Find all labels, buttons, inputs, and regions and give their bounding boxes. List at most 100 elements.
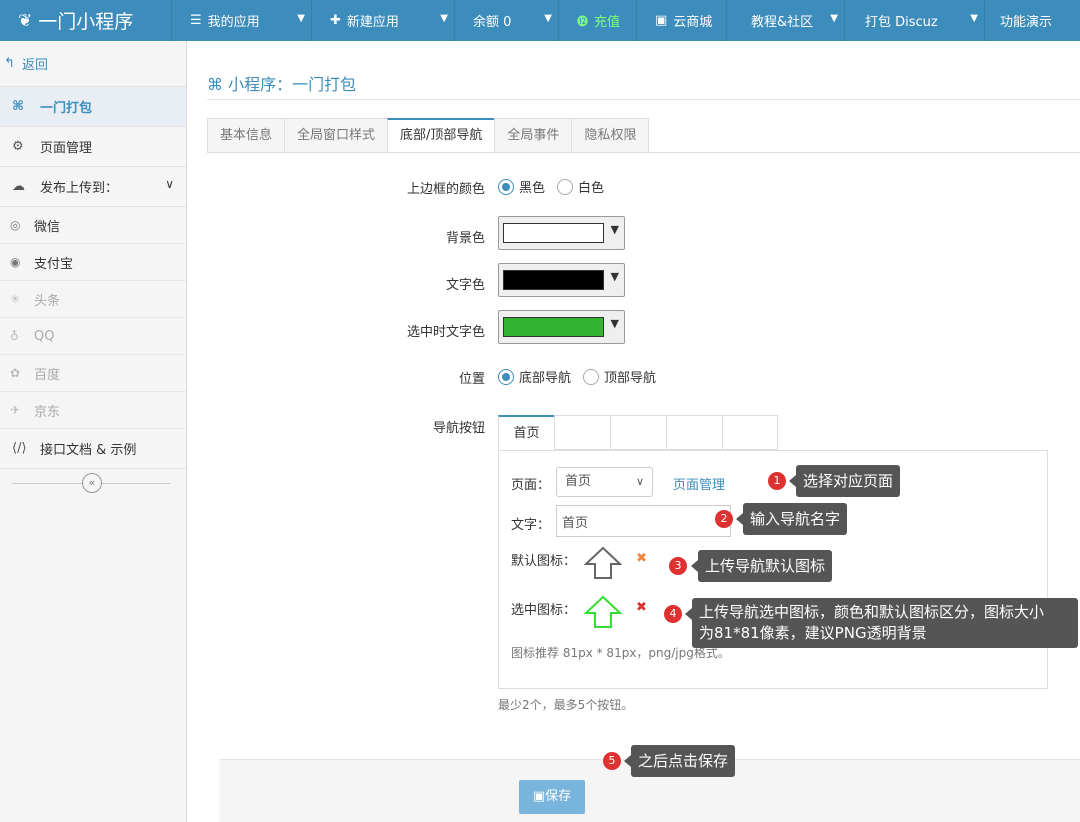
page-manage-link[interactable]: 页面管理 [673, 474, 725, 493]
save-icon: ▣ [655, 13, 668, 28]
brand-name: 一门小程序 [38, 11, 134, 33]
position-label: 位置 [458, 372, 485, 387]
nav-new-app[interactable]: ✚ 新建应用 ▼ [312, 0, 455, 41]
nav-button-tab-2[interactable] [554, 415, 610, 450]
nav-label: 打包 Discuz [865, 15, 938, 30]
text-color-picker[interactable]: ▼ [498, 263, 625, 297]
sidebar-item-publish[interactable]: ☁ 发布上传到： ∨ [0, 167, 186, 207]
platform-label: 头条 [34, 293, 61, 309]
sidebar-back[interactable]: ↰ 返回 [0, 41, 186, 87]
nav-my-apps[interactable]: ☰ 我的应用 ▼ [172, 0, 312, 41]
platform-label: 微信 [34, 219, 61, 235]
wechat-icon: ◎ [10, 218, 21, 232]
tab-privacy[interactable]: 隐私权限 [571, 118, 650, 153]
step-badge-3: 3 [669, 557, 687, 575]
back-arrow-icon: ↰ [4, 56, 15, 71]
main-content: ⌘ 小程序：一门打包 基本信息 全局窗口样式 底部/顶部导航 全局事件 隐私权限… [187, 41, 1080, 822]
triangle-down-icon: ▼ [610, 317, 619, 330]
nav-label: 充值 [594, 15, 621, 30]
code-file-icon: ⟨/⟩ [12, 441, 27, 456]
tab-global-events[interactable]: 全局事件 [494, 118, 572, 153]
plus-icon: ✚ [330, 13, 341, 28]
remove-default-icon[interactable]: ✖ [636, 551, 647, 566]
sidebar-back-label: 返回 [22, 58, 49, 73]
sidebar-item-pages[interactable]: ⚙ 页面管理 [0, 127, 186, 167]
sidebar-platform-wechat[interactable]: ◎ 微信 [0, 207, 186, 244]
save-button[interactable]: ▣保存 [519, 780, 585, 814]
radio-black[interactable]: 黑色 [498, 177, 545, 196]
border-color-label: 上边框的颜色 [406, 182, 485, 197]
platform-label: QQ [34, 328, 55, 344]
step-badge-1: 1 [768, 472, 786, 490]
default-home-arrow-icon[interactable] [584, 546, 622, 580]
border-color-radios: 黑色 白色 [498, 177, 616, 196]
tab-basic-info[interactable]: 基本信息 [207, 118, 285, 153]
tip-line-1: 上传导航选中图标，颜色和默认图标区分，图标大小 [699, 603, 1045, 621]
remove-selected-icon[interactable]: ✖ [636, 600, 647, 615]
page-title: ⌘ 小程序：一门打包 [207, 71, 356, 95]
bg-color-picker[interactable]: ▼ [498, 216, 625, 250]
nav-button-tab-1[interactable]: 首页 [498, 415, 554, 450]
caret-down-icon: ▼ [970, 13, 978, 24]
brand-logo[interactable]: ❦ 一门小程序 [0, 0, 172, 41]
sidebar: ↰ 返回 ⌘ 一门打包 ⚙ 页面管理 ☁ 发布上传到： ∨ ◎ 微信 ◉ 支付宝… [0, 41, 187, 822]
radio-white[interactable]: 白色 [557, 177, 604, 196]
sidebar-item-docs[interactable]: ⟨/⟩ 接口文档 & 示例 [0, 429, 186, 469]
position-radios: 底部导航 顶部导航 [498, 367, 668, 386]
radio-top-nav[interactable]: 顶部导航 [583, 367, 656, 386]
divider [207, 152, 1080, 153]
sidebar-item-label: 一门打包 [40, 101, 93, 116]
nav-button-tab-5[interactable] [722, 415, 778, 450]
selected-color-picker[interactable]: ▼ [498, 310, 625, 344]
sidebar-platform-baidu[interactable]: ✿ 百度 [0, 355, 186, 392]
nav-discuz[interactable]: 打包 Discuz ▼ [845, 0, 985, 41]
sidebar-item-pack[interactable]: ⌘ 一门打包 [0, 87, 186, 127]
nav-recharge[interactable]: ⓬ 充值 [559, 0, 637, 41]
radio-dot [498, 368, 514, 385]
sidebar-item-label: 接口文档 & 示例 [40, 443, 137, 458]
color-swatch [503, 317, 604, 337]
nav-label: 余额 0 [473, 15, 512, 30]
collapse-double-left-icon[interactable]: « [82, 473, 102, 493]
chevron-down-icon: ∨ [635, 475, 644, 488]
nav-button-tab-3[interactable] [610, 415, 666, 450]
nav-balance[interactable]: 余额 0 ▼ [455, 0, 559, 41]
page-field-label: 页面： [511, 478, 551, 493]
sidebar-platform-alipay[interactable]: ◉ 支付宝 [0, 244, 186, 281]
sidebar-platform-jd[interactable]: ✈ 京东 [0, 392, 186, 429]
selected-home-arrow-icon[interactable] [584, 595, 622, 629]
sidebar-platform-qq[interactable]: ♁ QQ [0, 318, 186, 355]
tip-upload-default: 上传导航默认图标 [690, 550, 833, 582]
caret-down-icon: ▼ [440, 13, 448, 24]
page-select-value: 首页 [565, 474, 592, 489]
toutiao-icon: ✳ [10, 292, 21, 306]
tab-navigation[interactable]: 底部/顶部导航 [387, 118, 495, 153]
cloud-upload-icon: ☁ [12, 179, 25, 194]
chevron-down-icon: ∨ [165, 177, 174, 191]
page-select[interactable]: 首页 ∨ [556, 467, 653, 497]
caret-down-icon: ▼ [297, 13, 305, 24]
top-navbar: ❦ 一门小程序 ☰ 我的应用 ▼ ✚ 新建应用 ▼ 余额 0 ▼ ⓬ 充值 ▣ … [0, 0, 1080, 41]
nav-button-tabs: 首页 [498, 415, 778, 450]
list-icon: ☰ [190, 13, 202, 28]
platform-label: 支付宝 [34, 256, 74, 272]
step-badge-5: 5 [603, 752, 621, 770]
color-swatch [503, 270, 604, 290]
radio-bottom-nav[interactable]: 底部导航 [498, 367, 571, 386]
nav-label: 功能演示 [1000, 15, 1053, 30]
nav-demo[interactable]: 功能演示 [985, 0, 1067, 41]
radio-label: 底部导航 [519, 371, 572, 386]
sidebar-platform-toutiao[interactable]: ✳ 头条 [0, 281, 186, 318]
platform-label: 京东 [34, 404, 61, 420]
nav-text-input[interactable] [556, 505, 731, 537]
nav-button-tab-4[interactable] [666, 415, 722, 450]
caret-down-icon: ▼ [830, 13, 838, 24]
nav-cloud-store[interactable]: ▣ 云商城 [637, 0, 727, 41]
sidebar-item-label: 页面管理 [40, 141, 93, 156]
leaf-icon: ❦ [18, 10, 33, 31]
text-field-label: 文字： [511, 518, 551, 533]
nav-tutorial[interactable]: 教程&社区 ▼ [727, 0, 845, 41]
step-badge-2: 2 [715, 510, 733, 528]
tab-global-window[interactable]: 全局窗口样式 [284, 118, 388, 153]
radio-label: 黑色 [519, 181, 546, 196]
